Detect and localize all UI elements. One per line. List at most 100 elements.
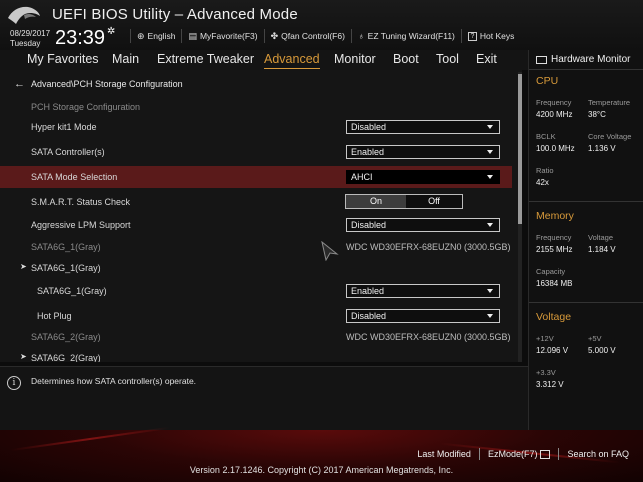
myfavorite-button[interactable]: ▤ MyFavorite(F3) xyxy=(181,29,263,43)
day-text: Tuesday xyxy=(10,39,41,48)
scroll-thumb[interactable] xyxy=(518,74,522,224)
info-row-sata6g1: SATA6G_1(Gray) WDC WD30EFRX-68EUZN0 (300… xyxy=(0,236,512,258)
setting-row-sata6g1-enable[interactable]: SATA6G_1(Gray) Enabled xyxy=(0,280,512,302)
divider xyxy=(529,69,643,70)
tab-boot[interactable]: Boot xyxy=(393,52,419,66)
divider xyxy=(529,201,643,202)
back-arrow-icon[interactable]: ← xyxy=(14,78,25,90)
date-display: 08/29/2017 Tuesday xyxy=(10,29,50,49)
decorative-streak xyxy=(10,426,170,452)
last-modified-label: Last Modified xyxy=(417,449,471,459)
chevron-down-icon xyxy=(487,314,493,318)
voltage-heading: Voltage xyxy=(536,311,572,323)
sata-mode-dropdown[interactable]: AHCI xyxy=(346,170,500,184)
favorite-icon: ▤ xyxy=(188,30,197,41)
last-modified-button[interactable]: Last Modified xyxy=(409,448,479,460)
v33-value: 3.312 V xyxy=(536,380,564,389)
setting-row-sata-controller[interactable]: SATA Controller(s) Enabled xyxy=(0,141,512,163)
toggle-on-option[interactable]: On xyxy=(346,195,406,208)
memory-frequency-value: 2155 MHz xyxy=(536,245,573,254)
toggle-off-option[interactable]: Off xyxy=(406,195,462,208)
gear-icon[interactable]: ✲ xyxy=(107,26,115,37)
ez-tuning-wizard-button[interactable]: ♁ EZ Tuning Wizard(F11) xyxy=(350,29,461,43)
help-text: Determines how SATA controller(s) operat… xyxy=(31,376,197,386)
monitor-icon xyxy=(536,55,547,64)
exit-arrow-icon xyxy=(540,449,551,459)
cpu-frequency-label: Frequency xyxy=(536,98,572,107)
tab-extreme-tweaker[interactable]: Extreme Tweaker xyxy=(157,52,254,66)
bclk-label: BCLK xyxy=(536,132,556,141)
drive-info: WDC WD30EFRX-68EUZN0 (3000.5GB) xyxy=(346,242,511,252)
ratio-label: Ratio xyxy=(536,166,554,175)
setting-row-hyper-kit[interactable]: Hyper kit1 Mode Disabled xyxy=(0,116,512,138)
aggressive-lpm-dropdown[interactable]: Disabled xyxy=(346,218,500,232)
ratio-value: 42x xyxy=(536,178,549,187)
chevron-down-icon xyxy=(487,175,493,179)
bottom-bar: Last Modified EzMode(F7) Search on FAQ V… xyxy=(0,426,643,482)
core-voltage-label: Core Voltage xyxy=(588,132,632,141)
hyper-kit-mode-dropdown[interactable]: Disabled xyxy=(346,120,500,134)
language-button[interactable]: ⊕ English xyxy=(130,29,181,43)
chevron-right-icon: ➤ xyxy=(20,262,27,271)
copyright-text: Version 2.17.1246. Copyright (C) 2017 Am… xyxy=(189,465,454,475)
submenu-row-sata6g1[interactable]: ➤ SATA6G_1(Gray) xyxy=(0,257,512,279)
rog-logo-icon xyxy=(8,6,40,25)
sata6g1-enable-dropdown[interactable]: Enabled xyxy=(346,284,500,298)
help-bar: i Determines how SATA controller(s) oper… xyxy=(0,366,528,430)
ezmode-button[interactable]: EzMode(F7) xyxy=(478,448,559,460)
tab-monitor[interactable]: Monitor xyxy=(334,52,376,66)
cpu-temperature-label: Temperature xyxy=(588,98,631,107)
tab-exit[interactable]: Exit xyxy=(476,52,497,66)
v12-value: 12.096 V xyxy=(536,346,569,355)
setting-row-aggressive-lpm[interactable]: Aggressive LPM Support Disabled xyxy=(0,214,512,236)
setting-row-hot-plug[interactable]: Hot Plug Disabled xyxy=(0,305,512,327)
hot-keys-button[interactable]: ? Hot Keys xyxy=(460,29,521,43)
app-title: UEFI BIOS Utility – Advanced Mode xyxy=(52,6,298,23)
tab-tool[interactable]: Tool xyxy=(436,52,459,66)
capacity-label: Capacity xyxy=(536,267,566,276)
drive-info: WDC WD30EFRX-68EUZN0 (3000.5GB) xyxy=(346,332,511,342)
qfan-control-button[interactable]: ✤ Qfan Control(F6) xyxy=(263,29,351,43)
clock-time: 23:39 xyxy=(55,27,106,49)
mouse-cursor-icon xyxy=(321,241,339,261)
port-label: SATA6G_2(Gray) xyxy=(31,332,101,342)
chevron-down-icon xyxy=(487,289,493,293)
dropdown-value: Enabled xyxy=(351,147,385,157)
breadcrumb[interactable]: ← Advanced\PCH Storage Configuration xyxy=(14,78,183,90)
setting-row-smart-check[interactable]: S.M.A.R.T. Status Check On Off xyxy=(0,191,512,213)
dropdown-value: Disabled xyxy=(351,220,387,230)
dropdown-value: Enabled xyxy=(351,286,385,296)
hardware-monitor-panel: Hardware Monitor CPU Frequency Temperatu… xyxy=(528,50,643,430)
hot-plug-dropdown[interactable]: Disabled xyxy=(346,309,500,323)
cpu-heading: CPU xyxy=(536,75,559,87)
language-label: English xyxy=(147,31,176,41)
divider xyxy=(529,302,643,303)
main-scrollbar[interactable] xyxy=(518,72,522,362)
tab-advanced[interactable]: Advanced xyxy=(264,52,320,69)
sata-controller-dropdown[interactable]: Enabled xyxy=(346,145,500,159)
chevron-down-icon xyxy=(487,223,493,227)
question-icon: ? xyxy=(467,31,477,41)
port-label: SATA6G_1(Gray) xyxy=(31,242,101,252)
cpu-temperature-value: 38°C xyxy=(588,110,606,119)
v12-label: +12V xyxy=(536,334,554,343)
submenu-row-sata6g2[interactable]: ➤ SATA6G_2(Gray) xyxy=(0,347,512,362)
top-links: ⊕ English ▤ MyFavorite(F3) ✤ Qfan Contro… xyxy=(130,29,520,43)
dropdown-value: Disabled xyxy=(351,122,387,132)
bulb-icon: ♁ xyxy=(357,31,365,41)
setting-row-sata-mode[interactable]: SATA Mode Selection AHCI xyxy=(0,166,512,188)
tab-my-favorites[interactable]: My Favorites xyxy=(27,52,99,66)
smart-status-toggle[interactable]: On Off xyxy=(345,194,463,209)
memory-frequency-label: Frequency xyxy=(536,233,572,242)
hardware-monitor-label: Hardware Monitor xyxy=(551,54,631,65)
setting-label: SATA Controller(s) xyxy=(31,147,105,157)
setting-label: S.M.A.R.T. Status Check xyxy=(31,197,131,207)
chevron-down-icon xyxy=(487,125,493,129)
search-faq-label: Search on FAQ xyxy=(567,449,629,459)
search-faq-button[interactable]: Search on FAQ xyxy=(558,448,637,460)
hot-keys-label: Hot Keys xyxy=(479,31,515,41)
setting-label: Hyper kit1 Mode xyxy=(31,122,97,132)
tab-main[interactable]: Main xyxy=(112,52,139,66)
date-text: 08/29/2017 xyxy=(10,29,51,38)
setting-label: SATA6G_1(Gray) xyxy=(37,286,107,296)
